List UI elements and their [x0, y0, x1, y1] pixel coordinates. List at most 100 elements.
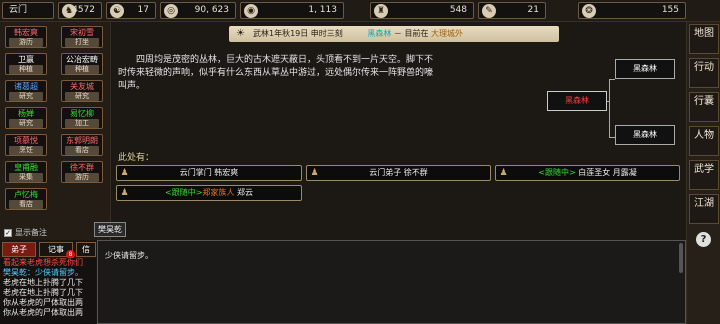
npc-card[interactable]: 韩宏爽 游历	[5, 26, 47, 48]
npc-name: 徐不群	[70, 163, 94, 172]
npc-status: 研究	[9, 119, 43, 128]
npc-card[interactable]: 徐不群 游历	[61, 161, 103, 183]
npc-status: 游历	[65, 173, 99, 182]
stat-value: 90, 623	[194, 5, 229, 15]
person-text: 云门掌门 韩宏爽	[179, 168, 239, 177]
action-button[interactable]: 行动	[689, 58, 719, 88]
npc-card[interactable]: 卢忆梅 看店	[5, 188, 47, 210]
person-icon: ♟	[499, 168, 508, 178]
person-text: 白莲圣女 月露凝	[578, 168, 637, 177]
following-tag: <跟随中>	[538, 168, 576, 177]
stat-gem[interactable]: ◉ 1, 113	[240, 2, 344, 19]
game-date: 武林1年秋19日 申时三刻	[253, 29, 343, 38]
exit-north-east[interactable]: 黑森林	[615, 59, 675, 79]
stat-value: 1, 113	[308, 5, 337, 15]
npc-card[interactable]: 诸葛超 研究	[5, 80, 47, 102]
time-location-banner: ☀ 武林1年秋19日 申时三刻 黑森林 － 目前在 大理城外	[229, 26, 559, 42]
figure-icon: ♜	[374, 4, 388, 18]
stat-value: 548	[449, 5, 467, 15]
tab-disciples[interactable]: 弟子	[2, 242, 36, 257]
current-room-node: 黑森林	[547, 91, 607, 111]
tab-label: 记事	[48, 245, 64, 254]
stat-yinyang[interactable]: ☯ 17	[106, 2, 156, 19]
stat-pouch[interactable]: ❂ 155	[578, 2, 686, 19]
dialogue-text: 少侠请留步。	[105, 251, 153, 260]
npc-name: 宋初雪	[70, 28, 94, 37]
npc-card[interactable]: 易忆柳 加工	[61, 107, 103, 129]
coin-icon: ◎	[164, 4, 178, 18]
npc-status: 游历	[9, 38, 43, 47]
jianghu-button[interactable]: 江湖	[689, 194, 719, 224]
log-line: 你从老虎的尸体取出两	[3, 308, 83, 317]
character-button[interactable]: 人物	[689, 126, 719, 156]
show-remark-toggle[interactable]: ✓ 显示备注	[4, 227, 47, 238]
log-line: 你从老虎的尸体取出两	[3, 298, 83, 307]
map-button[interactable]: 地图	[689, 24, 719, 54]
npc-name: 关友城	[70, 82, 94, 91]
gem-icon: ◉	[244, 4, 258, 18]
speaker-tooltip: 樊昊乾	[94, 222, 126, 237]
remark-checkbox[interactable]: ✓	[4, 228, 12, 237]
npc-card[interactable]: 皇甫融 采集	[5, 161, 47, 183]
following-tag: <跟随中>	[165, 188, 203, 197]
person-entry[interactable]: ♟ <跟随中> 白莲圣女 月露凝	[495, 165, 680, 181]
npc-card[interactable]: 卫赢 种植	[5, 53, 47, 75]
npc-status: 种植	[65, 65, 99, 74]
location-separator: － 目前在	[393, 29, 429, 38]
tab-records[interactable]: 记事 8	[39, 242, 75, 259]
location-name: 云门	[9, 5, 28, 15]
map-connector	[609, 79, 610, 138]
npc-status: 研究	[9, 92, 43, 101]
npc-status: 采集	[9, 173, 43, 182]
npc-card[interactable]: 东郭明朗 看店	[61, 134, 103, 156]
map-connector	[609, 79, 615, 80]
person-entry[interactable]: ♟ 云门弟子 徐不群	[306, 165, 491, 181]
log-line: 老虎在地上扑腾了几下	[3, 278, 83, 287]
location-box[interactable]: 云门	[2, 2, 54, 19]
current-area: 黑森林	[367, 29, 392, 38]
disciple-sidebar: 韩宏爽 游历 宋初雪 打坐 卫赢 种植 公冶宏畴 种植 诸葛超 研究 关友城 研…	[0, 22, 111, 240]
martial-arts-button[interactable]: 武学	[689, 160, 719, 190]
top-stat-bar: 云门 ♞ 4572 ☯ 17 ◎ 90, 623 ◉ 1, 113 ♜ 548 …	[0, 0, 720, 22]
npc-status: 烹饪	[9, 146, 43, 155]
yinyang-icon: ☯	[110, 4, 124, 18]
remark-label: 显示备注	[15, 228, 47, 237]
stat-value: 4572	[72, 5, 95, 15]
npc-card[interactable]: 宋初雪 打坐	[61, 26, 103, 48]
stat-scroll[interactable]: ✎ 21	[478, 2, 546, 19]
log-line: 樊昊乾：少侠请留步。	[3, 268, 83, 277]
person-icon: ♟	[120, 188, 129, 198]
npc-name: 卢忆梅	[14, 190, 38, 199]
npc-card[interactable]: 公冶宏畴 种植	[61, 53, 103, 75]
npc-status: 研究	[65, 92, 99, 101]
event-log: 看起来老虎想杀死你们 樊昊乾：少侠请留步。 老虎在地上扑腾了几下 老虎在地上扑腾…	[0, 258, 96, 324]
tab-letters[interactable]: 信	[76, 242, 96, 257]
person-entry[interactable]: ♟ 云门掌门 韩宏爽	[116, 165, 302, 181]
stat-horse[interactable]: ♞ 4572	[58, 2, 102, 19]
inventory-button[interactable]: 行囊	[689, 92, 719, 122]
exit-south-east[interactable]: 黑森林	[615, 125, 675, 145]
npc-card[interactable]: 杨婵 研究	[5, 107, 47, 129]
person-entry[interactable]: ♟ <跟随中>郑家族人 郑云	[116, 185, 302, 201]
sun-icon: ☀	[236, 28, 245, 39]
stat-figure[interactable]: ♜ 548	[370, 2, 474, 19]
npc-card[interactable]: 项慕悦 烹饪	[5, 134, 47, 156]
stat-coin[interactable]: ◎ 90, 623	[160, 2, 236, 19]
tab-label: 信	[82, 245, 90, 254]
dialogue-box[interactable]: 少侠请留步。	[97, 240, 686, 324]
npc-name: 诸葛超	[14, 82, 38, 91]
stat-value: 17	[137, 5, 149, 15]
stat-value: 155	[661, 5, 679, 15]
person-text: 云门弟子 徐不群	[369, 168, 428, 177]
map-connector	[607, 101, 610, 102]
npc-status: 看店	[9, 200, 43, 209]
help-icon[interactable]: ?	[696, 232, 711, 247]
room-description: 四周均是茂密的丛林，巨大的古木遮天蔽日，头顶看不到一片天空。脚下不时传来轻微的声…	[118, 55, 434, 91]
log-line: 老虎在地上扑腾了几下	[3, 288, 83, 297]
log-line: 看起来老虎想杀死你们	[3, 258, 83, 267]
dialogue-scrollbar[interactable]	[679, 243, 683, 273]
tab-label: 弟子	[11, 245, 27, 254]
person-icon: ♟	[310, 168, 319, 178]
npc-card[interactable]: 关友城 研究	[61, 80, 103, 102]
scroll-icon: ✎	[482, 4, 496, 18]
